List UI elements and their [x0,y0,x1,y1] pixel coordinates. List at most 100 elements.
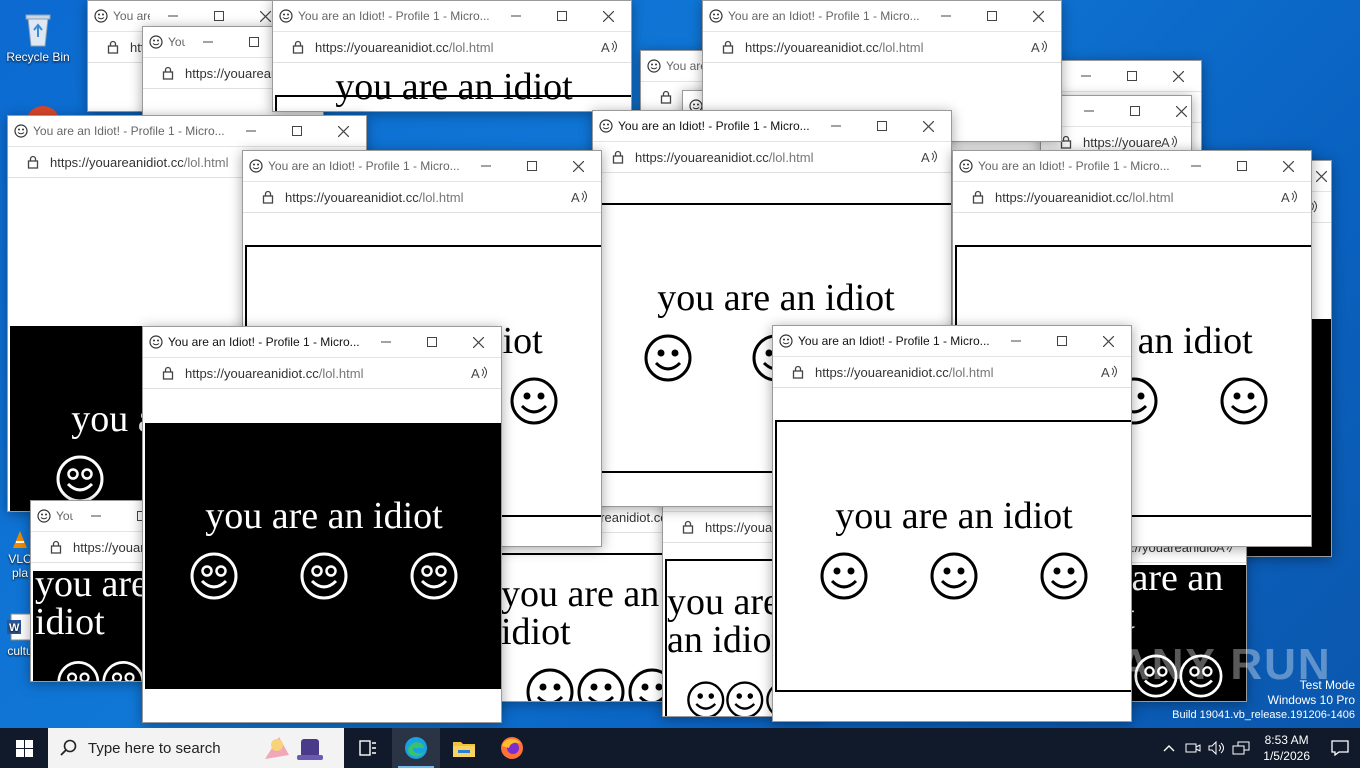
lock-icon [262,190,274,204]
tray-volume-button[interactable] [1205,728,1229,768]
url-text[interactable]: https://youareanidiot.cc/lol.html [635,150,921,165]
idiot-canvas[interactable]: you are an idiot [145,423,501,689]
url-host: https://youareanidiot.cc [635,149,769,165]
window-titlebar[interactable]: You are an Idiot! - Profile 1 - Micro... [8,116,366,147]
close-button[interactable] [320,116,366,146]
taskbar-search-box[interactable]: Type here to search [48,728,344,768]
url-text[interactable]: https://youareanidiot.cc/lol.html [745,40,1031,55]
maximize-button[interactable] [1039,326,1085,356]
minimize-icon [481,165,491,167]
window-titlebar[interactable]: You are an Idiot! - Profile 1 - Micro... [773,326,1131,357]
close-button[interactable] [1158,96,1191,126]
start-button[interactable] [0,728,48,768]
url-text[interactable]: https://youareanidiot.cc/lol.html [285,190,571,205]
site-favicon-icon [37,509,51,523]
minimize-button[interactable] [73,501,119,531]
minimize-button[interactable] [993,326,1039,356]
url-text[interactable]: https://youareanidiot.cc/lol.html [185,366,471,381]
maximize-button[interactable] [1219,151,1265,181]
maximize-button[interactable] [274,116,320,146]
close-button[interactable] [1015,1,1061,31]
maximize-button[interactable] [1112,96,1158,126]
address-bar[interactable]: https://youareanidiot.cc/lol.html A [593,142,951,173]
address-bar[interactable]: https://youareanidiot.cc/lol.html A [703,32,1061,63]
edge-icon [405,737,427,759]
window-titlebar[interactable]: You are an Idiot! - Profile 1 - Micro... [593,111,951,142]
window-titlebar[interactable]: You are an Idiot! - Profile 1 - Micro... [1041,96,1191,127]
window-titlebar[interactable]: You are an Idiot! - Profile 1 - Micro... [243,151,601,182]
read-aloud-icon[interactable]: A [1161,134,1179,150]
window-title: You are an Idiot! - Profile 1 - Micro... [268,159,460,173]
url-text[interactable]: https://youareanidiot.cc/lol.html [995,190,1281,205]
minimize-button[interactable] [228,116,274,146]
browser-window[interactable]: You are an Idiot! - Profile 1 - Micro...… [142,326,502,723]
idiot-canvas[interactable]: you are an idiot [275,68,631,111]
minimize-button[interactable] [1063,61,1109,91]
recycle-bin-shortcut[interactable]: Recycle Bin [0,8,76,64]
minimize-button[interactable] [1066,96,1112,126]
close-button[interactable] [585,1,631,31]
minimize-button[interactable] [463,151,509,181]
close-button[interactable] [1155,61,1201,91]
notifications-button[interactable] [1320,728,1360,768]
close-button[interactable] [1085,326,1131,356]
window-titlebar[interactable]: You are an Idiot! - Profile 1 - Micro... [953,151,1311,182]
address-bar[interactable]: https://youareanidiot.cc/lol.html A [243,182,601,213]
close-icon [1315,170,1327,182]
window-titlebar[interactable]: You are an Idiot! - Profile 1 - Micro... [143,327,501,358]
read-aloud-icon[interactable]: A [471,365,489,381]
maximize-button[interactable] [509,151,555,181]
minimize-button[interactable] [1173,151,1219,181]
maximize-button[interactable] [859,111,905,141]
read-aloud-icon[interactable]: A [921,149,939,165]
url-text[interactable]: https://youareanidiot.cc/lol.html [815,365,1101,380]
taskbar-clock[interactable]: 8:53 AM 1/5/2026 [1263,732,1310,764]
close-button[interactable] [555,151,601,181]
maximize-button[interactable] [231,27,277,57]
close-button[interactable] [1265,151,1311,181]
minimize-button[interactable] [363,327,409,357]
window-titlebar[interactable]: You are an Idiot! - Profile 1 - Micro... [703,1,1061,32]
maximize-button[interactable] [1109,61,1155,91]
firefox-taskbar-button[interactable] [488,728,536,768]
tray-overflow-button[interactable] [1157,728,1181,768]
read-aloud-icon[interactable]: A [601,39,619,55]
address-bar[interactable]: https://youareanidiot.cc/lol.html A [273,32,631,63]
minimize-button[interactable] [923,1,969,31]
maximize-button[interactable] [969,1,1015,31]
url-host: https://youareanidiot.cc [185,365,319,381]
file-explorer-taskbar-button[interactable] [440,728,488,768]
maximize-icon [877,121,887,131]
tray-network-button[interactable] [1229,728,1253,768]
browser-window[interactable]: You are an Idiot! - Profile 1 - Micro...… [272,0,632,112]
close-icon [1032,10,1044,22]
read-aloud-icon[interactable]: A [1101,364,1119,380]
minimize-button[interactable] [813,111,859,141]
read-aloud-icon[interactable]: A [1281,189,1299,205]
url-text[interactable]: https://youareanidiot.cc/lol.html [315,40,601,55]
idiot-canvas[interactable]: you are an idiot [775,420,1131,692]
window-titlebar[interactable]: You are an Idiot! - Profile 1 - Micro... [273,1,631,32]
task-view-button[interactable] [344,728,392,768]
lock-icon [162,366,174,380]
close-button[interactable] [905,111,951,141]
browser-window[interactable]: You are an Idiot! - Profile 1 - Micro...… [772,325,1132,722]
maximize-button[interactable] [409,327,455,357]
smiley-face-icon [576,667,626,701]
maximize-icon [427,337,437,347]
tray-meet-button[interactable] [1181,728,1205,768]
edge-taskbar-button[interactable] [392,728,440,768]
read-aloud-icon[interactable]: A [571,189,589,205]
close-button[interactable] [455,327,501,357]
maximize-button[interactable] [539,1,585,31]
read-aloud-icon[interactable]: A [1031,39,1049,55]
browser-window[interactable]: You are an Idiot! - Profile 1 - Micro...… [1040,95,1192,157]
address-bar[interactable]: https://youareanidiot.cc/lol.html A [143,358,501,389]
address-bar[interactable]: https://youareanidiot.cc/lol.html A [953,182,1311,213]
minimize-button[interactable] [493,1,539,31]
url-text[interactable]: https://youareanidiot.cc/lol.html [1083,135,1161,150]
window-title: You are an Idiot! - Profile 1 - Micro... [56,509,73,523]
minimize-button[interactable] [185,27,231,57]
address-bar[interactable]: https://youareanidiot.cc/lol.html A [773,357,1131,388]
lock-icon [792,365,804,379]
